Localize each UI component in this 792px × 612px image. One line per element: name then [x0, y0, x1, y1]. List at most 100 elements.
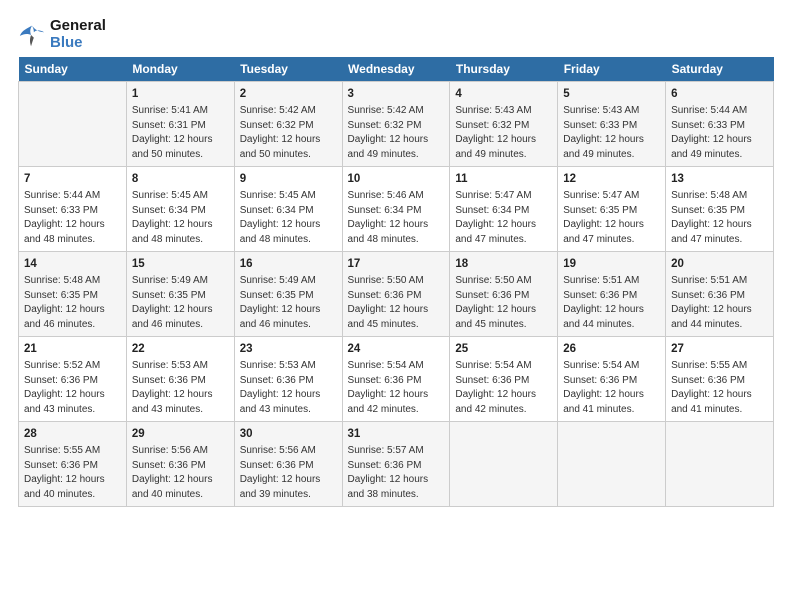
day-info: Sunrise: 5:42 AM Sunset: 6:32 PM Dayligh… — [240, 104, 337, 162]
calendar-cell: 1 Sunrise: 5:41 AM Sunset: 6:31 PM Daylig… — [126, 82, 234, 167]
day-info: Sunrise: 5:52 AM Sunset: 6:36 PM Dayligh… — [24, 359, 121, 417]
day-info: Sunrise: 5:56 AM Sunset: 6:36 PM Dayligh… — [132, 444, 229, 502]
day-info: Sunrise: 5:54 AM Sunset: 6:36 PM Dayligh… — [563, 359, 660, 417]
day-number: 30 — [240, 426, 337, 442]
calendar-cell: 20Sunrise: 5:51 AM Sunset: 6:36 PM Dayli… — [666, 252, 774, 337]
calendar-cell: 28Sunrise: 5:55 AM Sunset: 6:36 PM Dayli… — [19, 422, 127, 507]
day-info: Sunrise: 5:41 AM Sunset: 6:31 PM Dayligh… — [132, 104, 229, 162]
calendar-cell: 16Sunrise: 5:49 AM Sunset: 6:35 PM Dayli… — [234, 252, 342, 337]
calendar-cell: 31 Sunrise: 5:57 AM Sunset: 6:36 PM Dayli… — [342, 422, 450, 507]
day-info: Sunrise: 5:44 AM Sunset: 6:33 PM Dayligh… — [671, 104, 768, 162]
calendar-cell: 9 Sunrise: 5:45 AM Sunset: 6:34 PM Daylig… — [234, 167, 342, 252]
day-info: Sunrise: 5:51 AM Sunset: 6:36 PM Dayligh… — [671, 274, 768, 332]
day-number: 8 — [132, 171, 229, 187]
day-number: 13 — [671, 171, 768, 187]
day-of-week-header: Sunday — [19, 57, 127, 82]
day-number: 14 — [24, 256, 121, 272]
day-info: Sunrise: 5:50 AM Sunset: 6:36 PM Dayligh… — [455, 274, 552, 332]
day-number: 7 — [24, 171, 121, 187]
day-of-week-header: Monday — [126, 57, 234, 82]
day-info: Sunrise: 5:48 AM Sunset: 6:35 PM Dayligh… — [671, 189, 768, 247]
day-info: Sunrise: 5:48 AM Sunset: 6:35 PM Dayligh… — [24, 274, 121, 332]
calendar-cell: 6 Sunrise: 5:44 AM Sunset: 6:33 PM Daylig… — [666, 82, 774, 167]
calendar-cell: 2 Sunrise: 5:42 AM Sunset: 6:32 PM Daylig… — [234, 82, 342, 167]
calendar-week-row: 7Sunrise: 5:44 AM Sunset: 6:33 PM Daylig… — [19, 167, 774, 252]
day-of-week-header: Tuesday — [234, 57, 342, 82]
calendar-cell: 29 Sunrise: 5:56 AM Sunset: 6:36 PM Dayli… — [126, 422, 234, 507]
calendar-cell: 27 Sunrise: 5:55 AM Sunset: 6:36 PM Dayli… — [666, 337, 774, 422]
day-info: Sunrise: 5:43 AM Sunset: 6:33 PM Dayligh… — [563, 104, 660, 162]
day-number: 15 — [132, 256, 229, 272]
calendar-cell: 7Sunrise: 5:44 AM Sunset: 6:33 PM Daylig… — [19, 167, 127, 252]
calendar-week-row: 1 Sunrise: 5:41 AM Sunset: 6:31 PM Daylig… — [19, 82, 774, 167]
day-info: Sunrise: 5:49 AM Sunset: 6:35 PM Dayligh… — [132, 274, 229, 332]
day-number: 29 — [132, 426, 229, 442]
day-info: Sunrise: 5:53 AM Sunset: 6:36 PM Dayligh… — [240, 359, 337, 417]
logo-text: General Blue — [50, 18, 106, 51]
logo-bird-icon — [18, 21, 46, 49]
day-number: 11 — [455, 171, 552, 187]
day-info: Sunrise: 5:47 AM Sunset: 6:34 PM Dayligh… — [455, 189, 552, 247]
calendar-week-row: 21 Sunrise: 5:52 AM Sunset: 6:36 PM Dayli… — [19, 337, 774, 422]
day-number: 1 — [132, 86, 229, 102]
calendar-cell: 24 Sunrise: 5:54 AM Sunset: 6:36 PM Dayli… — [342, 337, 450, 422]
day-info: Sunrise: 5:42 AM Sunset: 6:32 PM Dayligh… — [348, 104, 445, 162]
day-number: 27 — [671, 341, 768, 357]
day-info: Sunrise: 5:55 AM Sunset: 6:36 PM Dayligh… — [24, 444, 121, 502]
day-number: 19 — [563, 256, 660, 272]
calendar-cell: 4 Sunrise: 5:43 AM Sunset: 6:32 PM Daylig… — [450, 82, 558, 167]
calendar-cell: 26 Sunrise: 5:54 AM Sunset: 6:36 PM Dayli… — [558, 337, 666, 422]
calendar-cell: 12Sunrise: 5:47 AM Sunset: 6:35 PM Dayli… — [558, 167, 666, 252]
calendar-week-row: 14 Sunrise: 5:48 AM Sunset: 6:35 PM Dayli… — [19, 252, 774, 337]
day-info: Sunrise: 5:45 AM Sunset: 6:34 PM Dayligh… — [240, 189, 337, 247]
calendar-cell: 14 Sunrise: 5:48 AM Sunset: 6:35 PM Dayli… — [19, 252, 127, 337]
logo: General Blue — [18, 18, 106, 51]
day-number: 31 — [348, 426, 445, 442]
calendar-table: SundayMondayTuesdayWednesdayThursdayFrid… — [18, 57, 774, 507]
day-number: 25 — [455, 341, 552, 357]
calendar-cell: 10 Sunrise: 5:46 AM Sunset: 6:34 PM Dayli… — [342, 167, 450, 252]
calendar-cell: 21 Sunrise: 5:52 AM Sunset: 6:36 PM Dayli… — [19, 337, 127, 422]
calendar-cell: 17 Sunrise: 5:50 AM Sunset: 6:36 PM Dayli… — [342, 252, 450, 337]
calendar-cell: 15 Sunrise: 5:49 AM Sunset: 6:35 PM Dayli… — [126, 252, 234, 337]
calendar-cell: 13 Sunrise: 5:48 AM Sunset: 6:35 PM Dayli… — [666, 167, 774, 252]
day-number: 6 — [671, 86, 768, 102]
day-number: 2 — [240, 86, 337, 102]
day-number: 16 — [240, 256, 337, 272]
day-info: Sunrise: 5:43 AM Sunset: 6:32 PM Dayligh… — [455, 104, 552, 162]
calendar-cell: 30 Sunrise: 5:56 AM Sunset: 6:36 PM Dayli… — [234, 422, 342, 507]
day-info: Sunrise: 5:45 AM Sunset: 6:34 PM Dayligh… — [132, 189, 229, 247]
day-number: 21 — [24, 341, 121, 357]
day-info: Sunrise: 5:53 AM Sunset: 6:36 PM Dayligh… — [132, 359, 229, 417]
day-number: 24 — [348, 341, 445, 357]
day-number: 10 — [348, 171, 445, 187]
calendar-cell: 18 Sunrise: 5:50 AM Sunset: 6:36 PM Dayli… — [450, 252, 558, 337]
day-info: Sunrise: 5:55 AM Sunset: 6:36 PM Dayligh… — [671, 359, 768, 417]
day-info: Sunrise: 5:46 AM Sunset: 6:34 PM Dayligh… — [348, 189, 445, 247]
calendar-cell: 3Sunrise: 5:42 AM Sunset: 6:32 PM Daylig… — [342, 82, 450, 167]
calendar-cell: 5Sunrise: 5:43 AM Sunset: 6:33 PM Daylig… — [558, 82, 666, 167]
calendar-cell: 11 Sunrise: 5:47 AM Sunset: 6:34 PM Dayli… — [450, 167, 558, 252]
day-of-week-header: Friday — [558, 57, 666, 82]
day-of-week-header: Thursday — [450, 57, 558, 82]
day-info: Sunrise: 5:51 AM Sunset: 6:36 PM Dayligh… — [563, 274, 660, 332]
day-number: 9 — [240, 171, 337, 187]
day-info: Sunrise: 5:47 AM Sunset: 6:35 PM Dayligh… — [563, 189, 660, 247]
day-info: Sunrise: 5:54 AM Sunset: 6:36 PM Dayligh… — [348, 359, 445, 417]
calendar-cell: 19 Sunrise: 5:51 AM Sunset: 6:36 PM Dayli… — [558, 252, 666, 337]
day-number: 4 — [455, 86, 552, 102]
day-info: Sunrise: 5:50 AM Sunset: 6:36 PM Dayligh… — [348, 274, 445, 332]
day-of-week-header: Wednesday — [342, 57, 450, 82]
day-number: 17 — [348, 256, 445, 272]
day-info: Sunrise: 5:57 AM Sunset: 6:36 PM Dayligh… — [348, 444, 445, 502]
day-of-week-header: Saturday — [666, 57, 774, 82]
calendar-cell: 23Sunrise: 5:53 AM Sunset: 6:36 PM Dayli… — [234, 337, 342, 422]
day-number: 26 — [563, 341, 660, 357]
day-info: Sunrise: 5:56 AM Sunset: 6:36 PM Dayligh… — [240, 444, 337, 502]
calendar-cell — [19, 82, 127, 167]
day-number: 18 — [455, 256, 552, 272]
day-number: 22 — [132, 341, 229, 357]
calendar-cell — [666, 422, 774, 507]
calendar-cell — [450, 422, 558, 507]
calendar-cell — [558, 422, 666, 507]
